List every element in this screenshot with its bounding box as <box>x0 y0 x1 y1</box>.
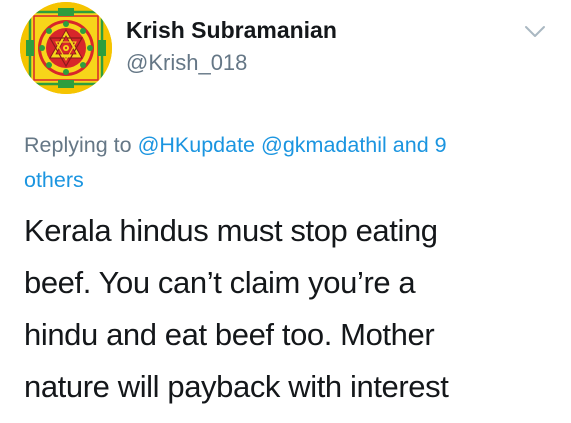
tweet-card: Krish Subramanian @Krish_018 Replying to… <box>0 0 571 423</box>
author-display-name[interactable]: Krish Subramanian <box>126 17 337 44</box>
mention-link[interactable]: @gkmadathil <box>261 133 387 157</box>
connector-text: and <box>392 133 429 157</box>
replying-to-label: Replying to <box>24 133 132 157</box>
avatar[interactable] <box>20 2 112 94</box>
reply-context: Replying to @HKupdate @gkmadathil and 9 o… <box>24 128 559 198</box>
chevron-down-icon[interactable] <box>524 24 546 40</box>
tweet-text-line: Kerala hindus must stop eating <box>24 213 438 248</box>
tweet-text: Kerala hindus must stop eating beef. You… <box>24 205 564 413</box>
tweet-text-line: beef. You can’t claim you’re a <box>24 265 416 300</box>
others-label: others <box>24 168 84 192</box>
author-handle[interactable]: @Krish_018 <box>126 50 247 76</box>
tweet-text-line: nature will payback with interest <box>24 369 449 404</box>
others-count: 9 <box>434 133 447 157</box>
mention-link[interactable]: @HKupdate <box>138 133 255 157</box>
tweet-text-line: hindu and eat beef too. Mother <box>24 317 435 352</box>
sri-yantra-avatar-icon <box>20 2 112 94</box>
